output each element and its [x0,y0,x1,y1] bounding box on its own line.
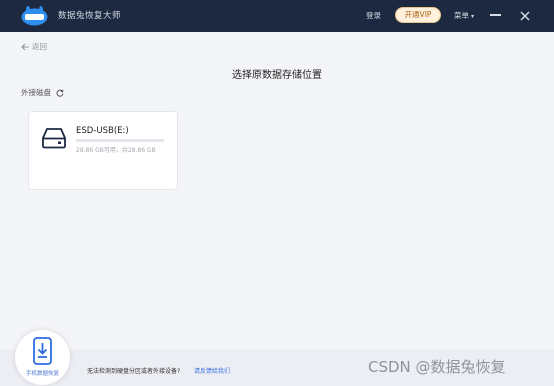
phone-recovery-button[interactable]: 手机数据恢复 [15,330,70,385]
minimize-button[interactable] [490,14,501,16]
open-vip-button[interactable]: 开通VIP [395,7,441,23]
page-title: 选择原数据存储位置 [232,70,322,81]
notice-text: 无法检测到硬盘分区或者外接设备? [87,368,181,375]
app-logo-icon [21,6,48,26]
title-bar: 数据兔恢复大师 登录 开通VIP 菜单 ▾ [0,0,554,32]
chevron-down-icon: ▾ [471,13,475,20]
phone-download-icon [33,337,52,365]
drive-name: ESD-USB(E:) [76,126,129,136]
app-title: 数据兔恢复大师 [58,11,122,21]
drive-card[interactable]: ESD-USB(E:) 28.86 GB可用，共28.86 GB [28,111,178,190]
arrow-left-icon [21,43,29,50]
hard-drive-icon [42,127,66,149]
phone-recovery-label: 手机数据恢复 [25,371,59,377]
back-label: 返回 [32,42,47,51]
drive-usage-bar [76,139,164,142]
login-link[interactable]: 登录 [366,10,381,21]
menu-button[interactable]: 菜单 ▾ [454,10,474,21]
watermark: CSDN @数据兔恢复 [368,358,506,376]
back-button[interactable]: 返回 [21,41,47,52]
main-content [0,32,554,386]
close-icon [520,11,530,21]
menu-label: 菜单 [454,11,469,20]
drive-size: 28.86 GB可用，共28.86 GB [76,147,156,154]
external-disk-label: 外接磁盘 [21,88,51,97]
refresh-icon[interactable] [56,89,64,97]
close-button[interactable] [518,8,532,22]
feedback-link[interactable]: 请反馈给我们 [194,366,230,375]
external-disk-section: 外接磁盘 [21,87,64,98]
